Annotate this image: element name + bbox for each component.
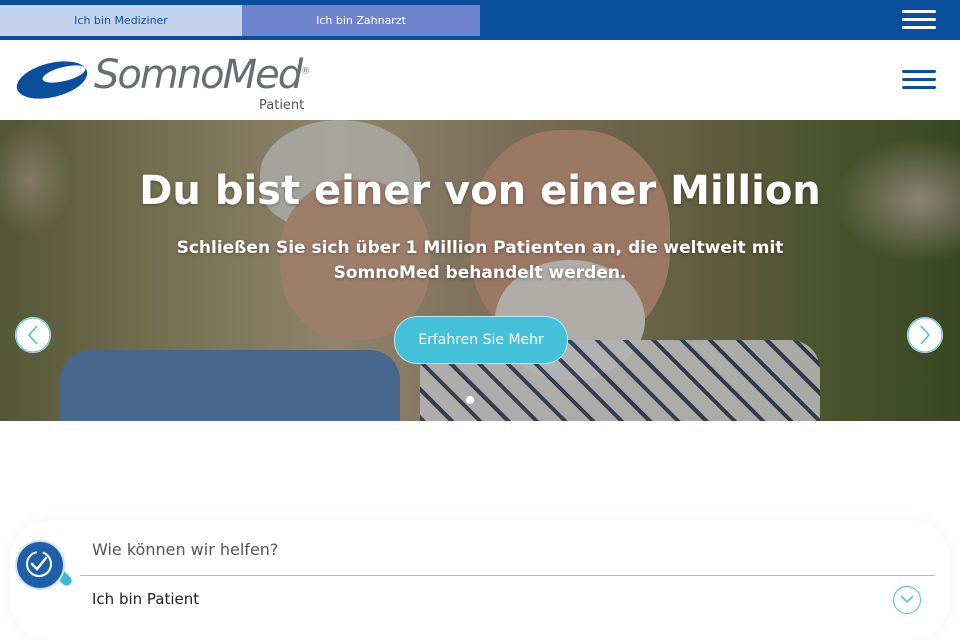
chevron-right-icon [907,317,943,353]
logo-wordmark: SomnoMed® [94,52,311,98]
tab-mediziner[interactable]: Ich bin Mediziner [0,5,242,36]
carousel-prev-button[interactable] [15,317,51,353]
site-header: SomnoMed® Patient [0,40,960,120]
main-menu-icon[interactable] [902,70,936,90]
somnomed-logo[interactable]: SomnoMed® Patient [14,52,324,118]
carousel-dot[interactable] [466,396,474,404]
accessibility-button[interactable] [15,540,65,590]
hamburger-icon[interactable] [902,10,936,30]
learn-more-button[interactable]: Erfahren Sie Mehr [394,316,568,364]
chevron-down-icon [900,595,914,604]
audience-bar: Ich bin Mediziner Ich bin Zahnarzt [0,0,960,40]
accessibility-icon [26,551,52,577]
hero-title: Du bist einer von einer Million [139,168,821,214]
expand-button[interactable] [893,586,921,614]
help-panel [10,520,950,640]
help-title: Wie können wir helfen? [92,540,279,559]
option-patient[interactable]: Ich bin Patient [92,590,199,608]
carousel-next-button[interactable] [907,317,943,353]
tab-zahnarzt[interactable]: Ich bin Zahnarzt [242,5,480,36]
help-divider [80,575,935,576]
logo-subtitle: Patient [259,98,305,113]
logo-swoosh-icon [16,61,88,99]
chevron-left-icon [15,317,51,353]
hero-subtitle: Schließen Sie sich über 1 Million Patien… [176,238,784,283]
